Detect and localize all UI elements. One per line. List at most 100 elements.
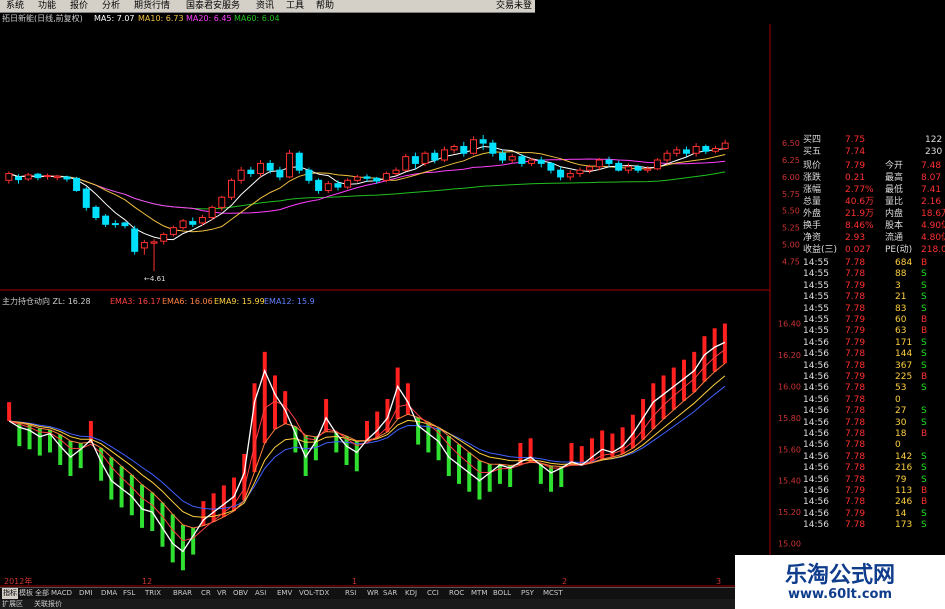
indicator-tab[interactable]: KDJ xyxy=(404,588,418,599)
tick-side: B xyxy=(921,315,928,325)
indicator-tab[interactable]: DMI xyxy=(78,588,94,599)
indicator-tab[interactable]: VOL-TDX xyxy=(298,588,330,599)
tick-row: 14:56 7.79 113 B xyxy=(803,486,945,497)
menu-item-function[interactable]: 功能 xyxy=(36,0,58,12)
candle-body xyxy=(257,162,265,175)
tick-time: 14:56 xyxy=(803,383,829,394)
tick-row: 14:56 7.78 173 S xyxy=(803,520,945,531)
indicator-tab[interactable]: CR xyxy=(200,588,212,599)
quote-label: 内盘 xyxy=(885,209,904,219)
indicator-tab[interactable]: OBV xyxy=(232,588,249,599)
indicator-tab[interactable]: MCST xyxy=(542,588,564,599)
indicator-tab[interactable]: CCI xyxy=(426,588,440,599)
candle-body xyxy=(479,139,487,144)
indicator-tab[interactable]: FSL xyxy=(122,588,136,599)
indicator-tab[interactable]: WR xyxy=(366,588,380,599)
indicator-tab[interactable]: RSI xyxy=(344,588,357,599)
candle-body xyxy=(179,220,187,229)
menu-item-quote[interactable]: 报价 xyxy=(68,0,90,12)
indicator-tab[interactable]: MTM xyxy=(470,588,488,599)
indicator-bar xyxy=(7,402,12,421)
quote-value: 21.9万 xyxy=(845,209,875,219)
trade-login-status[interactable]: 交易未登 xyxy=(494,0,534,12)
indicator-bar xyxy=(324,399,329,432)
indicator-tab[interactable]: EMV xyxy=(276,588,293,599)
candle-body xyxy=(218,196,226,208)
time-axis: 2012年 12 1 2 3 xyxy=(0,577,740,587)
indicator-tab[interactable]: DMA xyxy=(100,588,118,599)
indicator-bar xyxy=(559,466,564,487)
candle-body xyxy=(208,206,216,219)
tick-time: 14:55 xyxy=(803,303,829,314)
indicator-tab[interactable]: 指标 xyxy=(2,588,18,599)
tick-price: 7.78 xyxy=(845,417,866,428)
indicator-bar xyxy=(344,436,349,465)
tick-time: 14:56 xyxy=(803,520,829,531)
indicator-bar xyxy=(375,411,380,438)
tick-price: 7.78 xyxy=(845,258,866,268)
indicator-tab[interactable]: SAR xyxy=(382,588,398,599)
tick-side: S xyxy=(921,360,927,371)
menu-item-help[interactable]: 帮助 xyxy=(314,0,336,12)
indicator-tab[interactable]: MACD xyxy=(50,588,73,599)
tick-price: 7.78 xyxy=(845,292,866,303)
candle-body xyxy=(24,174,32,180)
candle-body xyxy=(334,183,342,188)
quote-row: 涨幅 2.77% 最低 7.41 xyxy=(775,184,945,196)
candle-body xyxy=(469,139,477,154)
tick-price: 7.78 xyxy=(845,520,866,531)
indicator-tab[interactable]: 模板 xyxy=(18,588,34,599)
tick-side: S xyxy=(921,383,927,394)
candle-body xyxy=(402,156,410,171)
menu-item-tools[interactable]: 工具 xyxy=(284,0,306,12)
tick-volume: 63 xyxy=(895,326,907,337)
quote-label: 股本 xyxy=(885,221,904,231)
candle-body xyxy=(605,159,613,164)
tick-side: S xyxy=(921,292,927,303)
candle-body xyxy=(499,152,507,161)
candle-body xyxy=(576,169,584,175)
indicator-tab[interactable]: ASI xyxy=(254,588,267,599)
tick-volume: 684 xyxy=(895,258,913,268)
tick-row: 14:56 7.78 142 S xyxy=(803,452,945,463)
quote-row: 收益(三) 0.027 PE(动) 218.0 xyxy=(775,244,945,256)
watermark-title: 乐淘公式网 xyxy=(784,563,895,588)
indicator-bar xyxy=(170,514,175,563)
tick-side: S xyxy=(921,406,927,417)
menu-item-futures[interactable]: 期货行情 xyxy=(132,0,172,12)
time-tick: 2 xyxy=(562,577,568,586)
indicator-tab[interactable]: TRIX xyxy=(144,588,162,599)
menu-item-system[interactable]: 系统 xyxy=(4,0,26,12)
tick-row: 14:56 7.78 53 S xyxy=(803,383,945,394)
quote-value: 2.77% xyxy=(845,185,874,195)
menu-item-analysis[interactable]: 分析 xyxy=(100,0,122,12)
tick-volume: 246 xyxy=(895,497,913,508)
ema3-line xyxy=(8,349,726,542)
quote-label: 净资 xyxy=(803,233,822,243)
menu-item-news[interactable]: 资讯 xyxy=(254,0,276,12)
tab-related-quote[interactable]: 关联报价 xyxy=(34,599,62,609)
indicator-tab[interactable]: PSY xyxy=(520,588,535,599)
candle-body xyxy=(711,148,719,152)
tick-side: S xyxy=(921,349,927,360)
tab-extension-area[interactable]: 扩展区 xyxy=(2,599,23,609)
ma20-label: MA20: 6.45 xyxy=(186,14,232,23)
quote-label: 量比 xyxy=(885,197,904,207)
indicator-tab[interactable]: VR xyxy=(216,588,228,599)
indicator-tab[interactable]: 全部 xyxy=(34,588,50,599)
tick-side: S xyxy=(921,520,927,531)
tick-volume: 79 xyxy=(895,474,907,485)
candle-body xyxy=(34,173,42,179)
quote-label: 收益(三) xyxy=(803,245,838,255)
candle-body xyxy=(411,156,419,164)
tick-side: S xyxy=(921,303,927,314)
tick-side: S xyxy=(921,417,927,428)
candle-body xyxy=(421,152,429,164)
menu-item-gtja-service[interactable]: 国泰君安服务 xyxy=(184,0,242,12)
tick-row: 14:56 7.78 27 S xyxy=(803,406,945,417)
tick-volume: 21 xyxy=(895,292,907,303)
indicator-tab[interactable]: BOLL xyxy=(492,588,512,599)
indicator-tab[interactable]: BRAR xyxy=(172,588,193,599)
indicator-tab[interactable]: ROC xyxy=(448,588,465,599)
tick-price: 7.78 xyxy=(845,451,866,462)
